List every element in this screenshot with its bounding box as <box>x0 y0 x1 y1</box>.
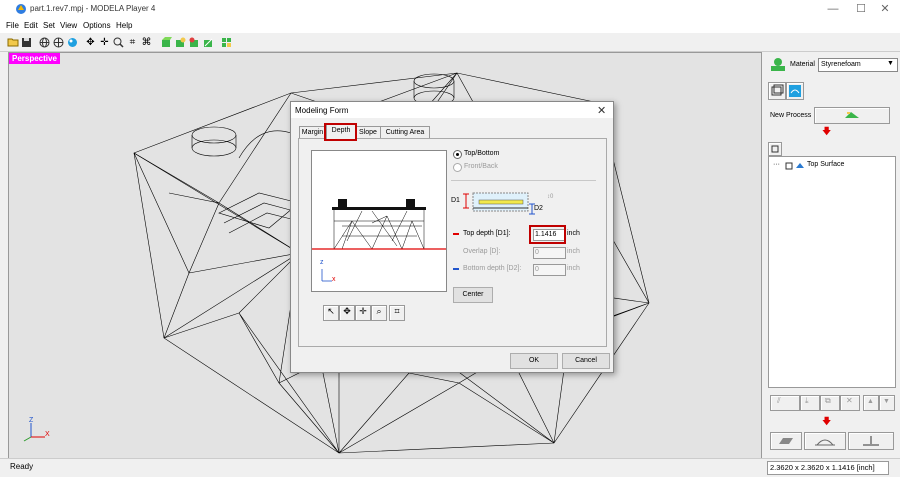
render-sphere-icon[interactable] <box>66 36 79 48</box>
radio-top-bottom[interactable] <box>453 150 462 159</box>
radio-front-back-label: Front/Back <box>464 163 498 170</box>
copy-button[interactable]: ⧉ <box>820 395 840 411</box>
overlap-input[interactable]: 0 <box>533 247 566 259</box>
delete-button[interactable]: ✕ <box>840 395 860 411</box>
d1-label: D1 <box>451 197 460 204</box>
grid-icon[interactable] <box>220 36 233 48</box>
select-cursor-icon[interactable]: ↖ <box>323 305 339 321</box>
view-mode-label: Perspective <box>9 53 60 64</box>
move-down-button[interactable]: ▼ <box>879 395 895 411</box>
bottom-depth-unit: inch <box>567 265 580 272</box>
axis-indicator-icon: Z X <box>23 417 50 442</box>
material-value: Styrenefoam <box>821 61 861 68</box>
menu-bar: File Edit Set View Options Help <box>0 19 900 33</box>
tree-item-top-surface[interactable]: ··· Top Surface <box>773 161 893 171</box>
app-icon <box>16 4 26 14</box>
modeling-form-dialog: Modeling Form ✕ Margin Depth Slope Cutti… <box>290 101 614 373</box>
radio-top-bottom-label: Top/Bottom <box>464 150 500 157</box>
svg-text:Z: Z <box>29 417 34 424</box>
top-depth-label: Top depth [D1]: <box>463 230 511 237</box>
material-label: Material <box>790 61 815 68</box>
zoom-fit-icon[interactable]: ⌗ <box>126 36 139 48</box>
status-text: Ready <box>10 462 34 471</box>
path-view-button[interactable]: ⫽ <box>770 395 800 411</box>
dialog-title: Modeling Form <box>295 106 349 115</box>
down-arrow-icon: 🡇 <box>822 416 832 426</box>
zoom-icon[interactable]: ⌕ <box>371 305 387 321</box>
process-list-button[interactable] <box>768 82 786 100</box>
process-icon <box>785 162 793 170</box>
pan-icon[interactable]: ✥ <box>84 36 97 48</box>
toolbar: ✥ ✛ ⌗ ⌘ <box>0 33 900 52</box>
process-tree[interactable]: ··· Top Surface <box>768 156 896 388</box>
preview-cut-button[interactable] <box>770 432 802 450</box>
center-button[interactable]: Center <box>453 287 493 303</box>
surface-icon <box>796 163 804 168</box>
depth-tab-highlight <box>324 123 357 141</box>
tree-branch-icon: ··· <box>773 161 780 168</box>
ok-button[interactable]: OK <box>510 353 558 369</box>
axis-z-label: z <box>320 259 324 266</box>
top-depth-marker <box>453 233 459 235</box>
cube-green-icon[interactable] <box>160 36 173 48</box>
bottom-depth-label: Bottom depth [D2]: <box>463 265 522 272</box>
zoom-all-icon[interactable]: ⌘ <box>140 36 153 48</box>
new-process-label: New Process <box>770 112 812 119</box>
overlap-unit: inch <box>567 248 580 255</box>
cube-path-icon[interactable] <box>202 36 215 48</box>
menu-file[interactable]: File <box>6 21 19 30</box>
pan-icon[interactable]: ✥ <box>339 305 355 321</box>
cube-view-icon[interactable] <box>174 36 187 48</box>
material-select[interactable]: Styrenefoam ▼ <box>818 58 898 72</box>
depth-diagram: ↕0 <box>463 192 554 215</box>
bottom-depth-input[interactable]: 0 <box>533 264 566 276</box>
zoom-fit-icon[interactable]: ⌗ <box>389 305 405 321</box>
top-depth-highlight <box>529 225 566 244</box>
cube-tool-icon[interactable] <box>188 36 201 48</box>
separator <box>451 180 596 181</box>
move-up-button[interactable]: ▲ <box>863 395 879 411</box>
chevron-down-icon: ▼ <box>887 60 894 67</box>
menu-edit[interactable]: Edit <box>24 21 38 30</box>
dialog-close-button[interactable]: ✕ <box>597 104 606 117</box>
overlap-label: Overlap [D]: <box>463 248 501 255</box>
import-button[interactable]: ⤓ <box>800 395 820 411</box>
cancel-button[interactable]: Cancel <box>562 353 610 369</box>
top-depth-unit: inch <box>567 230 580 237</box>
material-icon <box>771 58 785 71</box>
move-icon[interactable]: ✛ <box>98 36 111 48</box>
move-icon[interactable]: ✛ <box>355 305 371 321</box>
menu-set[interactable]: Set <box>43 21 55 30</box>
minimize-button[interactable]: — <box>818 1 848 18</box>
down-arrow-icon: 🡇 <box>822 126 832 136</box>
zoom-icon[interactable] <box>112 36 125 48</box>
tree-item-label: Top Surface <box>807 161 845 168</box>
new-process-button[interactable] <box>814 107 890 124</box>
menu-view[interactable]: View <box>60 21 77 30</box>
close-button[interactable]: ✕ <box>870 1 900 18</box>
rotate-globe-icon[interactable] <box>38 36 51 48</box>
open-icon[interactable] <box>6 36 19 48</box>
right-panel: Material Styrenefoam ▼ New Process 🡇 ···… <box>764 52 900 457</box>
globe-icon[interactable] <box>52 36 65 48</box>
bottom-depth-marker <box>453 268 459 270</box>
model-dimensions: 2.3620 x 2.3620 x 1.1416 [inch] <box>767 461 889 475</box>
svg-text:X: X <box>45 431 50 438</box>
title-bar: part.1.rev7.mpj - MODELA Player 4 — ☐ ✕ <box>0 0 900 19</box>
status-bar: Ready 2.3620 x 2.3620 x 1.1416 [inch] <box>0 458 900 477</box>
dialog-title-bar[interactable]: Modeling Form ✕ <box>291 102 613 118</box>
radio-front-back[interactable] <box>453 163 462 172</box>
preview-model <box>312 199 446 282</box>
depth-preview: z x <box>311 150 447 292</box>
simulate-button[interactable] <box>804 432 846 450</box>
tree-toggle-button[interactable] <box>768 142 782 156</box>
save-icon[interactable] <box>20 36 33 48</box>
menu-help[interactable]: Help <box>116 21 132 30</box>
menu-options[interactable]: Options <box>83 21 111 30</box>
svg-text:↕0: ↕0 <box>547 194 554 200</box>
window-title: part.1.rev7.mpj - MODELA Player 4 <box>30 4 156 13</box>
tool-view-button[interactable] <box>786 82 804 100</box>
axis-x-label: x <box>332 276 336 283</box>
cut-button[interactable] <box>848 432 894 450</box>
